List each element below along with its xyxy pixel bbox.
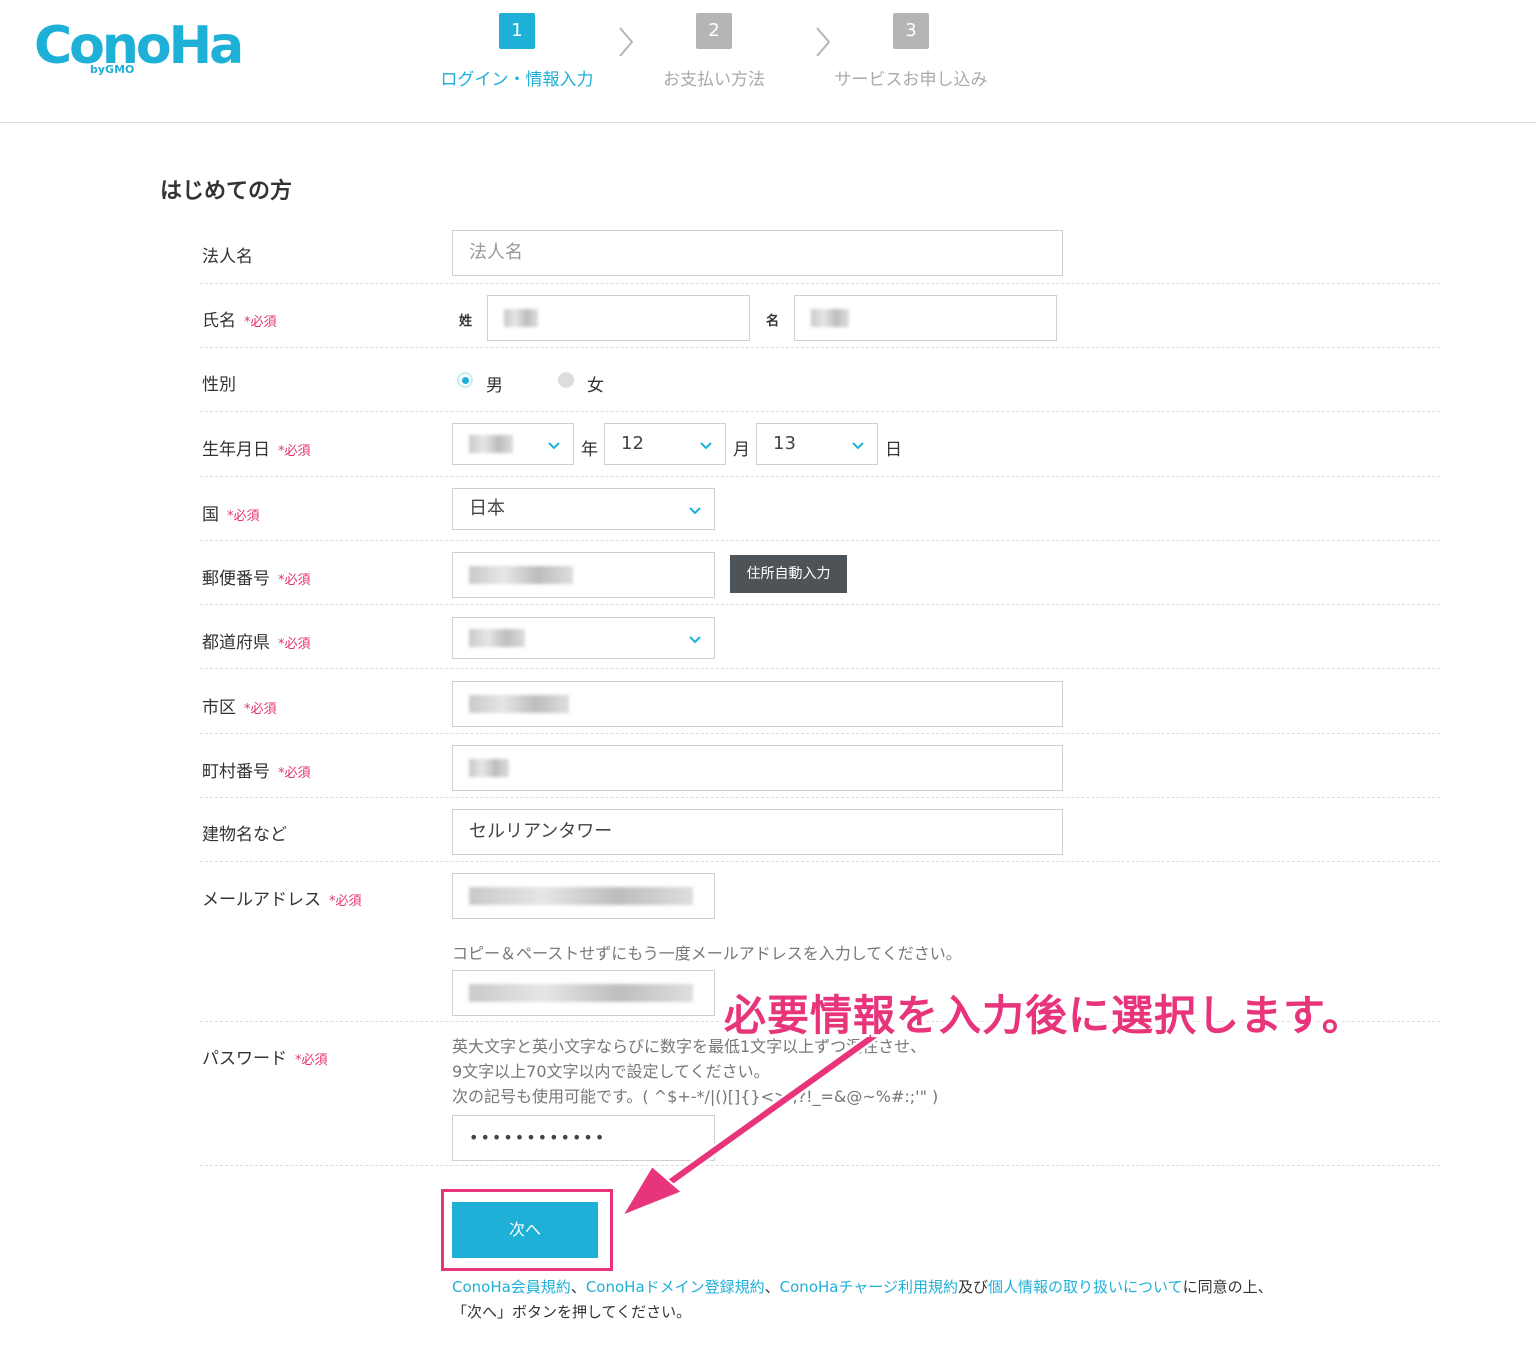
email-confirm-input[interactable]	[452, 970, 715, 1016]
annotation-arrow-icon	[619, 1023, 889, 1219]
gender-female-radio[interactable]	[558, 372, 574, 388]
city-input[interactable]	[452, 681, 1063, 727]
header: ConoHa byGMO 1 ログイン・情報入力 2 お支払い方法 3 サービス…	[0, 0, 1536, 123]
name-label: 氏名 *必須	[202, 311, 277, 331]
city-label: 市区 *必須	[202, 698, 277, 718]
birth-month-select[interactable]: 12	[604, 423, 726, 465]
required-mark: *必須	[227, 509, 260, 524]
blurred-value	[469, 759, 509, 777]
terms-text: ConoHa会員規約、ConoHaドメイン登録規約、ConoHaチャージ利用規約…	[452, 1278, 1273, 1321]
month-unit: 月	[733, 440, 750, 460]
address-autofill-button[interactable]: 住所自動入力	[730, 555, 847, 593]
step-number: 1	[499, 13, 535, 49]
company-input[interactable]: 法人名	[452, 230, 1063, 276]
blurred-value	[469, 695, 569, 713]
required-mark: *必須	[244, 315, 277, 330]
required-mark: *必須	[329, 894, 362, 909]
step-3: 3 サービスお申し込み	[811, 13, 1011, 90]
required-mark: *必須	[278, 637, 311, 652]
section-title: はじめての方	[160, 179, 293, 204]
day-unit: 日	[885, 440, 902, 460]
last-name-input[interactable]	[487, 295, 750, 341]
blurred-value	[469, 629, 525, 647]
email-label: メールアドレス *必須	[202, 890, 362, 910]
building-label: 建物名など	[202, 825, 287, 845]
prefecture-label: 都道府県 *必須	[202, 633, 311, 653]
country-label: 国 *必須	[202, 505, 260, 525]
privacy-link[interactable]: 個人情報の取り扱いについて	[988, 1278, 1183, 1296]
annotation-text: 必要情報を入力後に選択します。	[724, 991, 1365, 1040]
blurred-value	[469, 566, 573, 584]
step-label: サービスお申し込み	[834, 70, 988, 90]
postal-input[interactable]	[452, 552, 715, 598]
required-mark: *必須	[244, 702, 277, 717]
blurred-value	[469, 435, 513, 453]
email-input[interactable]	[452, 873, 715, 919]
required-mark: *必須	[278, 766, 311, 781]
password-label: パスワード *必須	[202, 1049, 328, 1069]
chevron-down-icon	[548, 442, 560, 450]
chevron-down-icon	[689, 636, 701, 644]
town-input[interactable]	[452, 745, 1063, 791]
gender-male-radio[interactable]	[457, 372, 473, 388]
required-mark: *必須	[295, 1053, 328, 1068]
step-label: お支払い方法	[663, 70, 765, 90]
first-name-label: 名	[766, 314, 780, 329]
gender-label: 性別	[202, 375, 236, 395]
chevron-down-icon	[852, 442, 864, 450]
building-input[interactable]: セルリアンタワー	[452, 809, 1063, 855]
blurred-value	[504, 309, 538, 327]
prefecture-select[interactable]	[452, 617, 715, 659]
step-number: 2	[696, 13, 732, 49]
step-number: 3	[893, 13, 929, 49]
annotation-highlight-box	[441, 1189, 613, 1271]
gender-male-label: 男	[486, 376, 503, 396]
member-terms-link[interactable]: ConoHa会員規約	[452, 1278, 571, 1296]
blurred-value	[469, 984, 693, 1002]
birthday-label: 生年月日 *必須	[202, 440, 311, 460]
gender-female-label: 女	[587, 376, 604, 396]
domain-terms-link[interactable]: ConoHaドメイン登録規約	[586, 1278, 765, 1296]
blurred-value	[469, 887, 693, 905]
step-2: 2 お支払い方法	[614, 13, 814, 90]
required-mark: *必須	[278, 573, 311, 588]
chevron-down-icon	[689, 507, 701, 515]
blurred-value	[811, 309, 849, 327]
postal-label: 郵便番号 *必須	[202, 569, 311, 589]
row-gender: 性別	[200, 348, 1440, 412]
charge-terms-link[interactable]: ConoHaチャージ利用規約	[780, 1278, 958, 1296]
town-label: 町村番号 *必須	[202, 762, 311, 782]
birth-year-select[interactable]	[452, 423, 574, 465]
step-label: ログイン・情報入力	[440, 70, 594, 90]
company-label: 法人名	[202, 247, 253, 267]
row-prefecture: 都道府県 *必須	[200, 605, 1440, 669]
email-confirm-hint: コピー＆ペーストせずにもう一度メールアドレスを入力してください。	[452, 944, 962, 963]
row-country: 国 *必須	[200, 477, 1440, 541]
required-mark: *必須	[278, 444, 311, 459]
conoha-logo[interactable]: ConoHa byGMO	[34, 16, 244, 80]
last-name-label: 姓	[459, 314, 473, 329]
year-unit: 年	[581, 440, 598, 460]
chevron-down-icon	[700, 442, 712, 450]
birth-day-select[interactable]: 13	[756, 423, 878, 465]
country-select[interactable]: 日本	[452, 488, 715, 530]
first-name-input[interactable]	[794, 295, 1057, 341]
step-1: 1 ログイン・情報入力	[417, 13, 617, 90]
